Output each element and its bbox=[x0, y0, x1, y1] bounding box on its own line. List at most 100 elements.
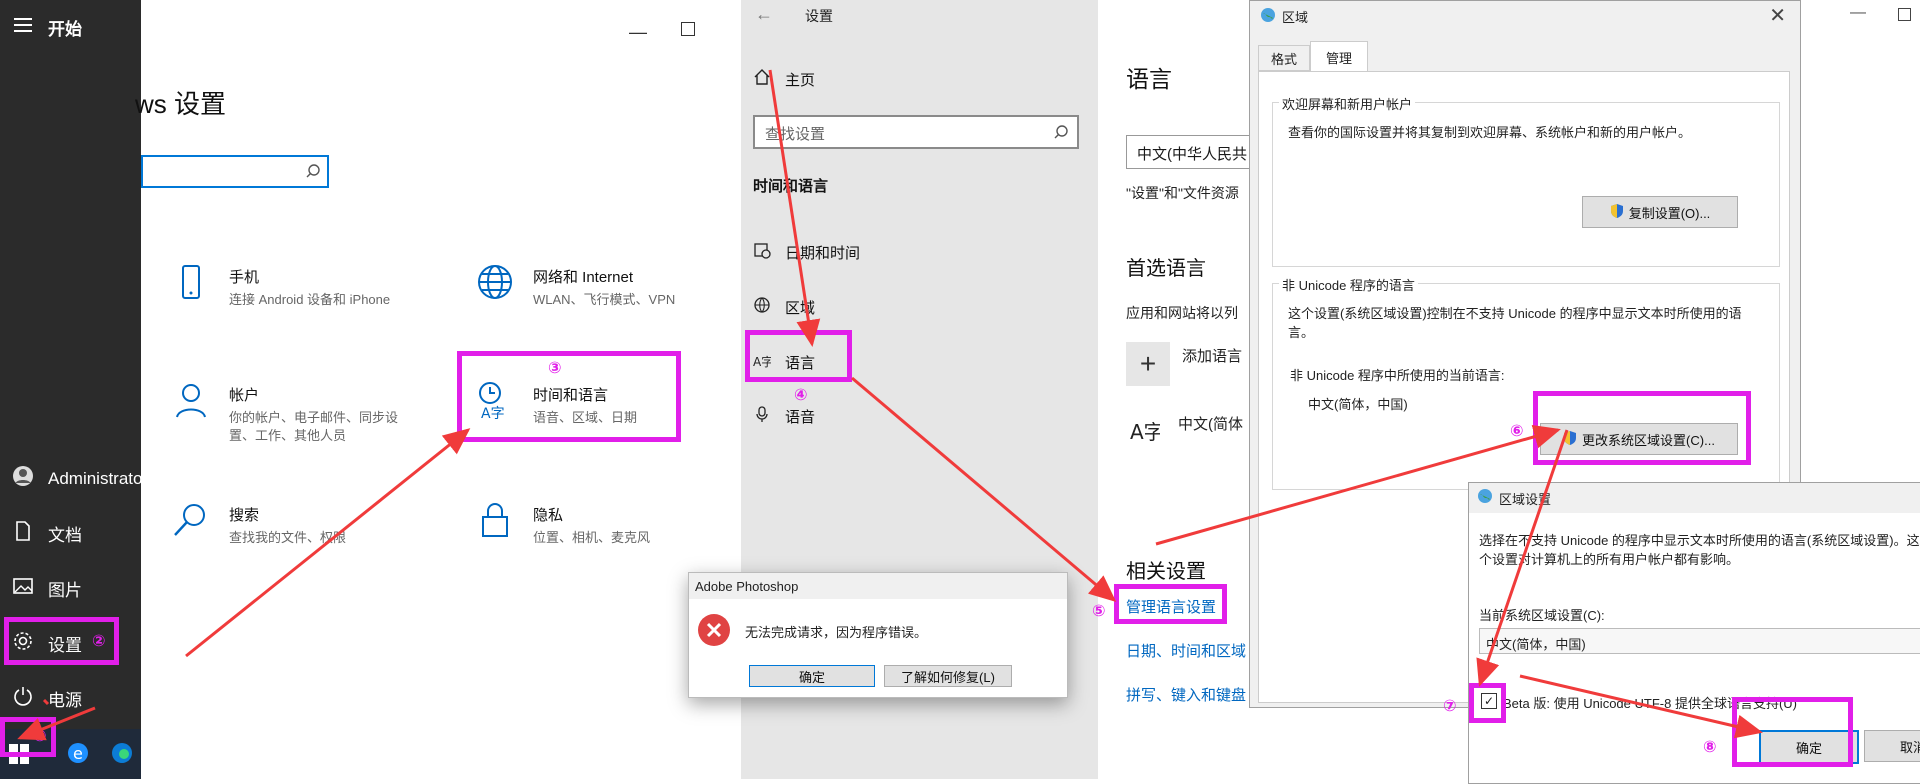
nav-home-label: 主页 bbox=[785, 71, 816, 89]
user-icon bbox=[12, 465, 34, 492]
svg-text:A字: A字 bbox=[1130, 420, 1160, 444]
nav-home[interactable]: 主页 bbox=[753, 68, 815, 90]
language-icon: A字 bbox=[1130, 413, 1164, 452]
start-item-label: 电源 bbox=[48, 691, 82, 710]
edge-browser-icon[interactable] bbox=[110, 741, 134, 770]
search-icon bbox=[305, 163, 321, 184]
page-title: 语言 bbox=[1126, 66, 1172, 92]
globe-icon bbox=[753, 296, 771, 318]
start-item-documents[interactable]: 文档 bbox=[12, 520, 82, 547]
start-header[interactable]: 开始 bbox=[12, 14, 82, 41]
settings-tile-accounts[interactable]: 帐户 你的帐户、电子邮件、同步设置、工作、其他人员 bbox=[171, 380, 419, 445]
ie-browser-icon[interactable]: e bbox=[66, 741, 90, 770]
copy-settings-label: 复制设置(O)... bbox=[1628, 205, 1711, 221]
tab-administrative[interactable]: 管理 bbox=[1310, 41, 1368, 72]
globe-icon bbox=[1477, 488, 1493, 509]
tile-title: 手机 bbox=[229, 269, 260, 286]
start-header-label: 开始 bbox=[48, 20, 82, 39]
home-icon bbox=[753, 68, 771, 90]
dialog-title: 区域设置 bbox=[1499, 492, 1552, 507]
welcome-desc: 查看你的国际设置并将其复制到欢迎屏幕、系统帐户和新的用户帐户。 bbox=[1288, 125, 1692, 140]
person-icon bbox=[171, 380, 211, 445]
start-item-user[interactable]: Administrator bbox=[12, 465, 148, 492]
highlight-box-6 bbox=[1533, 391, 1751, 465]
section-title-preferred: 首选语言 bbox=[1126, 258, 1206, 280]
highlight-box-4 bbox=[745, 330, 852, 382]
phone-icon bbox=[171, 262, 211, 309]
tile-desc: 查找我的文件、权限 bbox=[229, 530, 347, 545]
maximize-button[interactable] bbox=[1898, 8, 1911, 21]
start-item-pictures[interactable]: 图片 bbox=[12, 575, 82, 602]
search-placeholder: 查找设置 bbox=[765, 126, 826, 143]
step-number: ③ bbox=[548, 360, 562, 377]
nav-item-speech[interactable]: 语音 bbox=[753, 405, 815, 427]
language-note: "设置"和"文件资源 bbox=[1126, 185, 1239, 201]
add-language-label: 添加语言 bbox=[1182, 348, 1243, 365]
start-item-label: 图片 bbox=[48, 581, 82, 600]
settings-tile-network[interactable]: 网络和 Internet WLAN、飞行模式、VPN bbox=[475, 262, 703, 309]
nav-item-label: 语音 bbox=[785, 408, 816, 426]
non-unicode-desc: 这个设置(系统区域设置)控制在不支持 Unicode 的程序中显示文本时所使用的… bbox=[1288, 306, 1742, 340]
microphone-icon bbox=[753, 405, 771, 427]
language-page: 语言 中文(中华人民共 "设置"和"文件资源 首选语言 应用和网站将以列 + 添… bbox=[1098, 0, 1258, 779]
maximize-button[interactable] bbox=[681, 22, 695, 36]
back-arrow-icon[interactable]: ← bbox=[755, 4, 773, 25]
nav-item-region[interactable]: 区域 bbox=[753, 296, 815, 318]
tile-desc: WLAN、飞行模式、VPN bbox=[533, 292, 676, 307]
highlight-box-8 bbox=[1732, 697, 1853, 767]
tab-format[interactable]: 格式 bbox=[1258, 45, 1310, 71]
minimize-button[interactable]: — bbox=[1850, 4, 1866, 22]
nav-item-date-time[interactable]: 日期和时间 bbox=[753, 241, 860, 263]
settings-tile-phone[interactable]: 手机 连接 Android 设备和 iPhone bbox=[171, 262, 419, 309]
document-icon bbox=[12, 520, 34, 547]
svg-text:e: e bbox=[73, 744, 83, 763]
link-date-time-region[interactable]: 日期、时间和区域 bbox=[1126, 640, 1246, 661]
current-language-label: 非 Unicode 程序中所使用的当前语言: bbox=[1290, 368, 1505, 383]
current-locale-label: 当前系统区域设置(C): bbox=[1479, 608, 1605, 623]
learn-how-to-fix-button[interactable]: 了解如何修复(L) bbox=[884, 665, 1012, 687]
search-icon bbox=[171, 500, 211, 547]
calendar-clock-icon bbox=[753, 241, 771, 263]
dialog-title: 区域 bbox=[1282, 10, 1309, 25]
window-title: 设置 bbox=[805, 8, 833, 24]
start-item-power[interactable]: 电源 bbox=[12, 685, 82, 712]
current-language-value: 中文(简体，中国) bbox=[1308, 397, 1408, 412]
close-button[interactable]: ✕ bbox=[1769, 3, 1786, 28]
settings-search-input[interactable]: 查找设置 bbox=[753, 115, 1079, 149]
group-title: 欢迎屏幕和新用户帐户 bbox=[1279, 94, 1416, 113]
settings-tile-privacy[interactable]: 隐私 位置、相机、麦克风 bbox=[475, 500, 703, 547]
minimize-button[interactable]: — bbox=[629, 22, 647, 43]
preferred-desc: 应用和网站将以列 bbox=[1126, 305, 1238, 321]
group-title: 非 Unicode 程序的语言 bbox=[1279, 275, 1418, 294]
tile-desc: 位置、相机、麦克风 bbox=[533, 530, 651, 545]
windows-display-language-select[interactable]: 中文(中华人民共 bbox=[1126, 135, 1258, 169]
step-number: ⑥ bbox=[1510, 423, 1524, 440]
language-item-label[interactable]: 中文(简体 bbox=[1178, 413, 1243, 434]
shield-icon bbox=[1610, 203, 1624, 222]
highlight-box-5 bbox=[1114, 584, 1227, 624]
error-icon bbox=[697, 613, 731, 652]
region-settings-desc: 选择在不支持 Unicode 的程序中显示文本时所使用的语言(系统区域设置)。这… bbox=[1479, 533, 1920, 567]
step-number: ② bbox=[92, 633, 106, 650]
copy-settings-button[interactable]: 复制设置(O)... bbox=[1582, 196, 1738, 228]
highlight-box-1 bbox=[0, 717, 56, 757]
link-spelling-typing[interactable]: 拼写、键入和键盘 bbox=[1126, 684, 1246, 705]
tile-title: 网络和 Internet bbox=[533, 269, 634, 286]
cancel-button[interactable]: 取消 bbox=[1864, 730, 1920, 762]
picture-icon bbox=[12, 575, 34, 602]
hamburger-icon bbox=[12, 14, 34, 41]
tile-desc: 你的帐户、电子邮件、同步设置、工作、其他人员 bbox=[229, 410, 399, 443]
ok-button[interactable]: 确定 bbox=[749, 665, 875, 687]
search-input[interactable] bbox=[141, 155, 329, 188]
nav-section-title: 时间和语言 bbox=[753, 178, 829, 195]
lock-icon bbox=[475, 500, 515, 547]
add-language-button[interactable]: + bbox=[1126, 342, 1170, 386]
user-name: Administrator bbox=[48, 468, 149, 488]
tile-title: 搜索 bbox=[229, 507, 260, 524]
dialog-title: Adobe Photoshop bbox=[695, 579, 799, 594]
settings-tile-search[interactable]: 搜索 查找我的文件、权限 bbox=[171, 500, 419, 547]
step-number: ⑧ bbox=[1703, 739, 1717, 756]
system-locale-select[interactable]: 中文(简体，中国) bbox=[1479, 628, 1920, 654]
globe-icon bbox=[1260, 7, 1276, 28]
globe-icon bbox=[475, 262, 515, 309]
